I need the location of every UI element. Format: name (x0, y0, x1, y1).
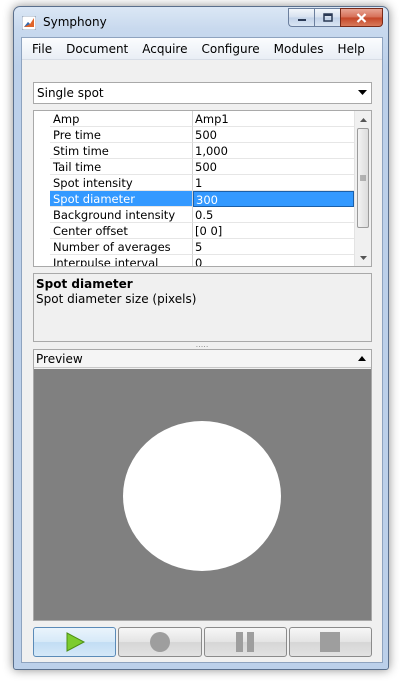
property-name: Pre time (50, 127, 193, 143)
collapse-up-icon[interactable] (355, 352, 369, 365)
row-gutter (34, 159, 50, 175)
property-value[interactable]: Amp1 (193, 111, 354, 127)
property-value-editor[interactable]: 300 (193, 191, 354, 207)
caption-buttons (288, 8, 383, 27)
row-gutter (34, 239, 50, 255)
pause-icon (236, 632, 255, 652)
preview-canvas (34, 369, 371, 620)
row-gutter (34, 127, 50, 143)
property-value[interactable]: 5 (193, 239, 354, 255)
row-gutter (34, 255, 50, 266)
matlab-app-icon (22, 16, 36, 30)
play-button[interactable] (33, 627, 117, 657)
property-value[interactable]: 0 (193, 255, 354, 266)
property-name: Tail time (50, 159, 193, 175)
grip-icon (360, 175, 366, 181)
property-row[interactable]: Number of averages 5 (34, 239, 354, 255)
row-gutter (34, 223, 50, 239)
property-value[interactable]: 0.5 (193, 207, 354, 223)
property-name: Background intensity (50, 207, 193, 223)
property-row[interactable]: Amp Amp1 (34, 111, 354, 127)
play-icon (66, 632, 85, 652)
pause-button[interactable] (203, 627, 287, 657)
row-gutter (34, 191, 50, 207)
menu-help[interactable]: Help (331, 38, 372, 60)
description-title: Spot diameter (36, 277, 133, 291)
protocol-select[interactable]: Single spot (33, 82, 372, 104)
minimize-icon (297, 18, 306, 21)
scroll-down-icon (359, 255, 367, 260)
property-name: Center offset (50, 223, 193, 239)
property-value[interactable]: 500 (193, 159, 354, 175)
protocol-select-value: Single spot (37, 86, 104, 100)
acquisition-controls (33, 627, 372, 657)
property-value[interactable]: [0 0] (193, 223, 354, 239)
maximize-icon (322, 13, 333, 22)
stop-button[interactable] (288, 627, 372, 657)
menu-file[interactable]: File (25, 38, 59, 60)
property-name: Spot intensity (50, 175, 193, 191)
menu-configure[interactable]: Configure (194, 38, 266, 60)
window-title: Symphony (43, 15, 107, 29)
maximize-button[interactable] (314, 8, 340, 27)
property-rows: Amp Amp1 Pre time 500 Stim time 1,000 Tail … (34, 111, 354, 266)
property-row[interactable]: Background intensity 0.5 (34, 207, 354, 223)
dropdown-arrow-icon[interactable] (354, 83, 371, 103)
row-gutter (34, 207, 50, 223)
client-area: File Document Acquire Configure Modules … (21, 37, 383, 663)
record-button[interactable] (118, 627, 202, 657)
description-body: Spot diameter size (pixels) (36, 292, 197, 306)
menu-modules[interactable]: Modules (267, 38, 331, 60)
property-name: Stim time (50, 143, 193, 159)
row-gutter (34, 143, 50, 159)
record-icon (149, 632, 170, 652)
property-scrollbar[interactable] (354, 111, 371, 266)
property-description: Spot diameter Spot diameter size (pixels… (33, 273, 372, 342)
splitter-handle[interactable]: ..... (192, 341, 212, 349)
property-row[interactable]: Stim time 1,000 (34, 143, 354, 159)
preview-panel: Preview (33, 349, 372, 621)
property-row-selected[interactable]: Spot diameter 300 (34, 191, 354, 207)
property-row[interactable]: Tail time 500 (34, 159, 354, 175)
scroll-up-icon (359, 117, 367, 122)
menu-acquire[interactable]: Acquire (135, 38, 194, 60)
title-bar[interactable]: Symphony (14, 7, 388, 37)
menu-bar: File Document Acquire Configure Modules … (22, 38, 382, 60)
property-name: Interpulse interval (50, 255, 193, 266)
property-grid: Amp Amp1 Pre time 500 Stim time 1,000 Tail … (33, 110, 372, 267)
property-row[interactable]: Center offset [0 0] (34, 223, 354, 239)
property-row[interactable]: Interpulse interval 0 (34, 255, 354, 266)
close-button[interactable] (340, 8, 383, 27)
app-window: Symphony File Document Acquire Configure… (13, 6, 389, 670)
property-value[interactable]: 1,000 (193, 143, 354, 159)
scroll-down-button[interactable] (355, 249, 371, 266)
close-icon (356, 12, 367, 23)
stop-icon (320, 632, 341, 652)
stimulus-spot (123, 421, 281, 571)
minimize-button[interactable] (288, 8, 314, 27)
row-gutter (34, 111, 50, 127)
menu-document[interactable]: Document (59, 38, 135, 60)
preview-header: Preview (34, 350, 371, 368)
property-row[interactable]: Pre time 500 (34, 127, 354, 143)
row-gutter (34, 175, 50, 191)
property-value[interactable]: 500 (193, 127, 354, 143)
property-name: Amp (50, 111, 193, 127)
property-name: Spot diameter (50, 191, 193, 207)
scroll-thumb[interactable] (357, 128, 369, 228)
preview-title: Preview (36, 352, 83, 366)
scroll-up-button[interactable] (355, 111, 371, 128)
property-value[interactable]: 1 (193, 175, 354, 191)
property-name: Number of averages (50, 239, 193, 255)
property-row[interactable]: Spot intensity 1 (34, 175, 354, 191)
